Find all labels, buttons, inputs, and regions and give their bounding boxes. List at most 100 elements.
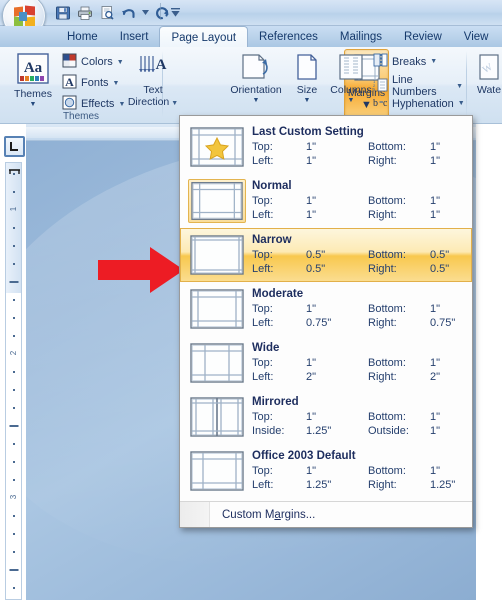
size-dropdown-arrow[interactable]: ▼ bbox=[287, 97, 327, 104]
size-button[interactable]: Size ▼ bbox=[287, 50, 327, 104]
line-numbers-icon: 123 bbox=[373, 78, 388, 95]
watermark-button-label: Wate bbox=[476, 84, 502, 96]
themes-button[interactable]: Aa Themes ▼ bbox=[8, 50, 58, 108]
columns-icon bbox=[325, 53, 377, 84]
custom-margins-menu-item[interactable]: Custom Margins... bbox=[180, 501, 472, 527]
vertical-ruler-tick bbox=[12, 245, 15, 247]
margins-menu-item[interactable]: Normal Top: 1" Bottom: 1" Left: 1" Right… bbox=[180, 174, 472, 228]
chevron-down-icon[interactable]: ▼ bbox=[118, 101, 125, 108]
watermark-icon: W bbox=[469, 53, 502, 84]
top-label: Top: bbox=[252, 195, 273, 207]
vertical-ruler-tick bbox=[12, 515, 15, 517]
hyphenation-button[interactable]: b c Hyphenation ▼ bbox=[373, 95, 465, 112]
margin-preset-values: Top: 1" Bottom: 1" Left: 0.75" Right: 0.… bbox=[252, 302, 465, 330]
right-value: 1" bbox=[430, 425, 441, 437]
ribbon-group-themes-label: Themes bbox=[62, 111, 100, 122]
svg-text:Aa: Aa bbox=[24, 60, 43, 76]
red-right-arrow-annotation bbox=[98, 247, 184, 293]
margin-preset-thumbnail-icon bbox=[188, 341, 246, 385]
watermark-button[interactable]: W Wate bbox=[469, 50, 502, 96]
vertical-ruler-tick bbox=[12, 461, 15, 463]
vertical-ruler[interactable]: 1 2 3 bbox=[5, 162, 22, 600]
title-bar bbox=[0, 0, 502, 38]
margin-preset-values: Top: 1" Bottom: 1" Inside: 1.25" Outside… bbox=[252, 410, 465, 438]
undo-dropdown-arrow[interactable] bbox=[140, 2, 150, 23]
breaks-button[interactable]: Breaks ▼ bbox=[373, 53, 437, 70]
breaks-icon bbox=[373, 53, 388, 70]
tab-references[interactable]: References bbox=[248, 27, 329, 48]
tab-page-layout[interactable]: Page Layout bbox=[159, 26, 249, 48]
theme-fonts-button[interactable]: A Fonts ▼ bbox=[62, 74, 119, 92]
vertical-ruler-number: 3 bbox=[8, 494, 18, 500]
undo-button[interactable] bbox=[118, 2, 139, 23]
margins-menu-item[interactable]: Last Custom Setting Top: 1" Bottom: 1" L… bbox=[180, 120, 472, 174]
print-button[interactable] bbox=[74, 2, 95, 23]
bottom-label: Bottom: bbox=[368, 465, 406, 477]
chevron-down-icon[interactable]: ▼ bbox=[169, 100, 178, 107]
save-button[interactable] bbox=[52, 2, 73, 23]
right-value: 2" bbox=[430, 371, 441, 383]
margins-menu-item[interactable]: Office 2003 Default Top: 1" Bottom: 1" L… bbox=[180, 444, 472, 498]
tab-mailings[interactable]: Mailings bbox=[329, 27, 393, 48]
chevron-down-icon[interactable]: ▼ bbox=[430, 58, 437, 65]
chevron-down-icon[interactable]: ▼ bbox=[458, 100, 465, 107]
office-logo-icon bbox=[14, 5, 36, 28]
vertical-ruler-tick bbox=[12, 533, 15, 535]
tab-review[interactable]: Review bbox=[393, 27, 453, 48]
right-label: Right: bbox=[368, 371, 397, 383]
left-value: 1" bbox=[306, 155, 317, 167]
tab-insert[interactable]: Insert bbox=[109, 27, 160, 48]
left-tab-stop-icon bbox=[10, 142, 18, 151]
left-label: Inside: bbox=[252, 425, 285, 437]
print-preview-button[interactable] bbox=[96, 2, 117, 23]
size-button-label: Size bbox=[296, 84, 318, 96]
orientation-dropdown-arrow[interactable]: ▼ bbox=[227, 97, 285, 104]
right-value: 1.25" bbox=[430, 479, 456, 491]
top-value: 0.5" bbox=[306, 249, 326, 261]
left-value: 0.5" bbox=[306, 263, 326, 275]
top-label: Top: bbox=[252, 411, 273, 423]
columns-button[interactable]: Columns ▼ bbox=[325, 50, 377, 104]
chevron-down-icon[interactable]: ▼ bbox=[456, 83, 463, 90]
top-value: 1" bbox=[306, 357, 317, 369]
columns-dropdown-arrow[interactable]: ▼ bbox=[325, 97, 377, 104]
custom-margins-label: Custom Margins... bbox=[222, 508, 316, 521]
theme-fonts-label: Fonts bbox=[81, 77, 109, 89]
size-icon bbox=[287, 53, 327, 84]
columns-button-label: Columns bbox=[330, 84, 372, 96]
margin-preset-thumbnail-icon bbox=[188, 395, 246, 439]
text-direction-button[interactable]: A Text Direction ▼ bbox=[126, 50, 180, 108]
themes-dropdown-arrow[interactable]: ▼ bbox=[8, 101, 58, 108]
margin-handle[interactable] bbox=[8, 165, 21, 174]
vertical-ruler-number: 2 bbox=[8, 350, 18, 356]
right-value: 0.5" bbox=[430, 263, 450, 275]
left-value: 1" bbox=[306, 209, 317, 221]
margin-preset-name: Normal bbox=[252, 180, 292, 192]
theme-colors-button[interactable]: Colors ▼ bbox=[62, 53, 124, 71]
ribbon-group-page-setup: A Text Direction ▼ Margins ▼ Orientation… bbox=[128, 47, 465, 123]
left-value: 0.75" bbox=[306, 317, 332, 329]
right-label: Right: bbox=[368, 263, 397, 275]
bottom-label: Bottom: bbox=[368, 195, 406, 207]
left-label: Left: bbox=[252, 317, 274, 329]
margin-preset-values: Top: 1" Bottom: 1" Left: 1.25" Right: 1.… bbox=[252, 464, 465, 492]
margins-menu-item[interactable]: Wide Top: 1" Bottom: 1" Left: 2" Right: … bbox=[180, 336, 472, 390]
chevron-down-icon[interactable]: ▼ bbox=[117, 59, 124, 66]
margin-preset-values: Top: 1" Bottom: 1" Left: 1" Right: 1" bbox=[252, 140, 465, 168]
right-label: Outside: bbox=[368, 425, 409, 437]
bottom-value: 1" bbox=[430, 141, 441, 153]
chevron-down-icon[interactable]: ▼ bbox=[113, 80, 120, 87]
customize-qat-button[interactable] bbox=[166, 2, 184, 23]
margin-preset-name: Mirrored bbox=[252, 396, 299, 408]
tab-view[interactable]: View bbox=[453, 27, 500, 48]
tab-stop-selector-button[interactable] bbox=[4, 136, 25, 157]
bottom-label: Bottom: bbox=[368, 141, 406, 153]
right-label: Right: bbox=[368, 209, 397, 221]
margins-menu-item[interactable]: Mirrored Top: 1" Bottom: 1" Inside: 1.25… bbox=[180, 390, 472, 444]
margins-menu-item[interactable]: Narrow Top: 0.5" Bottom: 0.5" Left: 0.5"… bbox=[180, 228, 472, 282]
tab-home[interactable]: Home bbox=[56, 27, 109, 48]
margins-menu-item[interactable]: Moderate Top: 1" Bottom: 1" Left: 0.75" … bbox=[180, 282, 472, 336]
margin-preset-thumbnail-icon bbox=[188, 179, 246, 223]
top-value: 1" bbox=[306, 465, 317, 477]
orientation-button[interactable]: Orientation ▼ bbox=[227, 50, 285, 104]
